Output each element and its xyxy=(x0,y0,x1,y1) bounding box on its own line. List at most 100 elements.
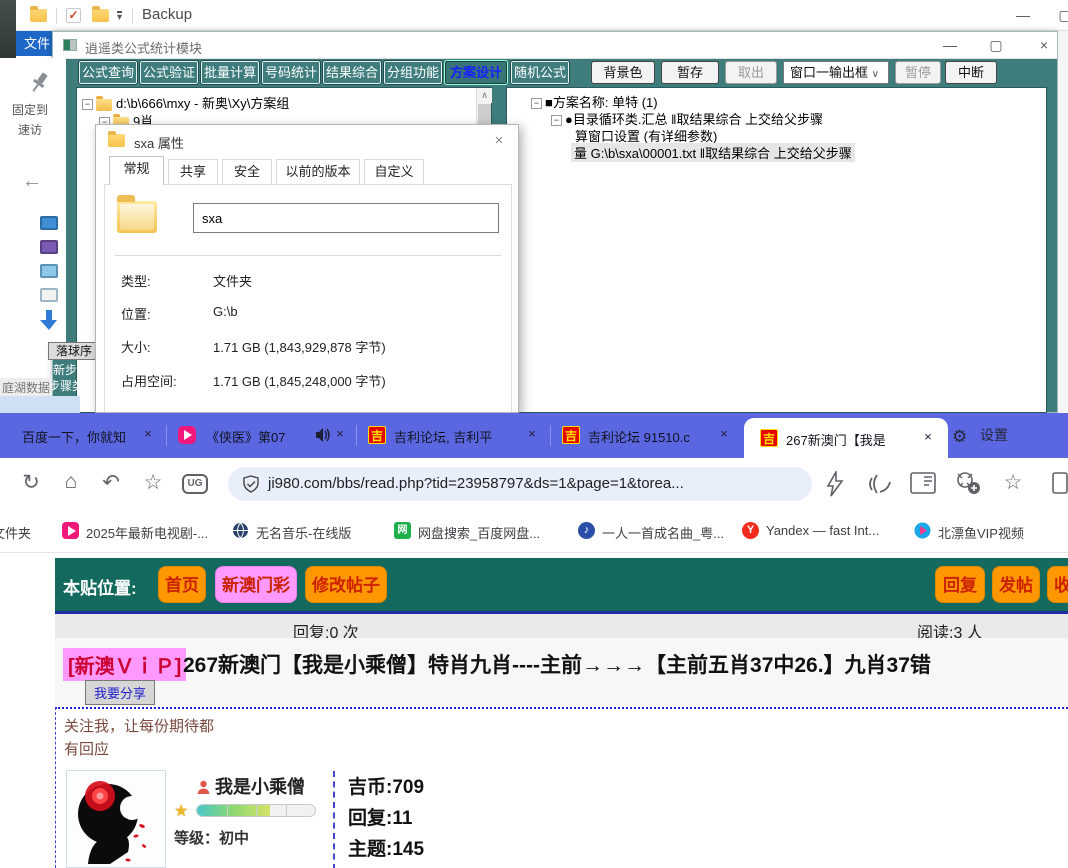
jili-forum-icon: 吉 xyxy=(562,426,580,444)
home-icon[interactable]: ⌂ xyxy=(58,470,84,494)
minimize-icon[interactable]: — xyxy=(941,37,959,53)
star-icon[interactable]: ☆ xyxy=(140,470,166,495)
person-icon xyxy=(196,780,211,795)
close-icon[interactable]: × xyxy=(488,131,510,151)
audio-playing-icon[interactable] xyxy=(316,428,331,442)
browser-tab-jili-2[interactable]: 吉 吉利论坛 91510.c × xyxy=(554,413,740,458)
favorite-button[interactable]: 收藏 xyxy=(1047,566,1068,603)
video-site-icon xyxy=(178,426,196,444)
browser-tab-baidu[interactable]: 百度一下，你就知 × xyxy=(6,413,162,458)
share-button[interactable]: 我要分享 xyxy=(85,680,155,705)
tab-label: 百度一下，你就知 xyxy=(22,427,126,446)
browser-window: 百度一下，你就知 × 《侠医》第07 × 吉 吉利论坛, 吉利平 × 吉 吉利论… xyxy=(0,413,1068,868)
browser-tab-active[interactable]: 吉 267新澳门【我是 × xyxy=(744,418,948,458)
tab-previous-versions[interactable]: 以前的版本 xyxy=(276,159,360,184)
size-on-disk-value: 1.71 GB (1,845,248,000 字节) xyxy=(213,371,386,390)
output-window-select[interactable]: 窗口一输出框 ∨ xyxy=(783,61,889,84)
tree-collapse-icon[interactable]: − xyxy=(531,98,542,109)
new-step-label[interactable]: 新步骤 xyxy=(53,361,89,378)
tab-plan-design[interactable]: 方案设计 xyxy=(445,61,507,84)
post-body-section: 关注我，让每份期待都 有回应 我是小乘僧 xyxy=(55,707,1068,868)
folder-icon xyxy=(96,99,112,111)
tree-row-root[interactable]: −d:\b\666\mxy - 新奥\Xy\方案组 xyxy=(82,93,289,112)
nav-board-button[interactable]: 新澳门彩 xyxy=(215,566,297,603)
extension-add-icon[interactable] xyxy=(954,470,982,496)
side-panel-icon[interactable] xyxy=(1052,472,1068,494)
pin-icon[interactable] xyxy=(28,70,50,96)
browser-toolbar: ↻ ⌂ ↶ ☆ UG ji980.com/bbs/read.php?tid=23… xyxy=(0,458,1068,510)
plan-window-label: 算窗口设置 (有详细参数) xyxy=(575,129,717,144)
music-note-icon: ♪ xyxy=(578,522,595,539)
edit-post-button[interactable]: 修改帖子 xyxy=(305,566,387,603)
user-level: 等级：初中 xyxy=(174,827,249,848)
bookmark-add-icon[interactable]: ☆ xyxy=(1000,470,1026,495)
minimize-icon[interactable]: — xyxy=(1014,7,1032,23)
plan-tree-row-4-selected[interactable]: 量 G:\b\sxa\00001.txt ‖取结果综合 上交给父步骤 xyxy=(571,143,855,162)
maximize-icon[interactable]: ▢ xyxy=(987,37,1005,54)
tab-batch-calc[interactable]: 批量计算 xyxy=(201,61,259,84)
tab-group-function[interactable]: 分组功能 xyxy=(384,61,442,84)
undo-icon[interactable]: ↶ xyxy=(98,470,124,495)
interrupt-button[interactable]: 中断 xyxy=(945,61,997,84)
settings-label: 设置 xyxy=(980,427,1008,443)
tab-general[interactable]: 常规 xyxy=(109,156,164,185)
tab-close-icon[interactable]: × xyxy=(920,429,936,444)
tab-close-icon[interactable]: × xyxy=(140,426,156,441)
tab-number-stats[interactable]: 号码统计 xyxy=(262,61,320,84)
tab-security[interactable]: 安全 xyxy=(222,159,272,184)
document-file-icon[interactable] xyxy=(40,288,58,302)
scroll-up-icon[interactable]: ∧ xyxy=(477,88,492,103)
tab-formula-verify[interactable]: 公式验证 xyxy=(140,61,198,84)
tab-close-icon[interactable]: × xyxy=(524,426,540,441)
username[interactable]: 我是小乘僧 xyxy=(196,773,305,799)
bookmark-songs[interactable]: 一人一首成名曲_粤... xyxy=(602,523,724,542)
tab-close-icon[interactable]: × xyxy=(716,426,732,441)
browser-tab-jili-1[interactable]: 吉 吉利论坛, 吉利平 × xyxy=(360,413,546,458)
monitor-icon[interactable] xyxy=(40,216,58,230)
tab-result-combine[interactable]: 结果综合 xyxy=(323,61,381,84)
close-icon[interactable]: × xyxy=(1035,37,1053,53)
shield-check-icon[interactable] xyxy=(242,475,260,493)
browser-tab-video[interactable]: 《侠医》第07 × xyxy=(170,413,352,458)
toolbar-caret-icon[interactable]: ▾ xyxy=(117,11,122,22)
level-star-icon: ★ xyxy=(174,801,188,821)
tab-customize[interactable]: 自定义 xyxy=(364,159,424,184)
bookmark-netdisk[interactable]: 网盘搜索_百度网盘... xyxy=(418,523,540,542)
lightning-icon[interactable] xyxy=(824,471,846,497)
new-post-button[interactable]: 发帖 xyxy=(992,566,1040,603)
bookmark-music[interactable]: 无名音乐-在线版 xyxy=(256,523,351,542)
tree-collapse-icon[interactable]: − xyxy=(82,99,93,110)
tab-formula-query[interactable]: 公式查询 xyxy=(79,61,137,84)
bookmark-folder[interactable]: 文件夹 xyxy=(0,523,31,542)
folder-name-input[interactable] xyxy=(193,203,499,233)
bookmark-yandex[interactable]: Yandex — fast Int... xyxy=(766,523,879,538)
reply-button[interactable]: 回复 xyxy=(935,566,985,603)
checkmark-icon[interactable]: ✓ xyxy=(66,8,81,23)
address-bar[interactable]: ji980.com/bbs/read.php?tid=23958797&ds=1… xyxy=(228,467,812,501)
window-title: Backup xyxy=(142,6,192,23)
gear-icon: ⚙ xyxy=(952,427,967,446)
bookmark-vip-video[interactable]: 北漂鱼VIP视频 xyxy=(938,523,1024,542)
ug-extension-icon[interactable]: UG xyxy=(182,474,208,494)
stash-button[interactable]: 暂存 xyxy=(661,61,719,84)
video-file-icon[interactable] xyxy=(40,240,58,254)
tab-sharing[interactable]: 共享 xyxy=(168,159,218,184)
maximize-icon[interactable]: ▢ xyxy=(1056,7,1068,24)
background-color-button[interactable]: 背景色 xyxy=(591,61,655,84)
read-aloud-icon[interactable] xyxy=(866,472,892,496)
step-type-label[interactable]: 步骤类 xyxy=(48,377,84,394)
tab-close-icon[interactable]: × xyxy=(332,426,348,441)
reload-icon[interactable]: ↻ xyxy=(18,470,44,495)
tab-separator xyxy=(166,425,167,446)
tree-collapse-icon[interactable]: − xyxy=(551,115,562,126)
back-arrow-icon[interactable]: ← xyxy=(22,170,42,193)
reading-mode-icon[interactable] xyxy=(910,472,936,494)
folder-icon[interactable] xyxy=(92,9,109,22)
picture-file-icon[interactable] xyxy=(40,264,58,278)
tab-random-formula[interactable]: 随机公式 xyxy=(511,61,569,84)
app-titlebar[interactable]: 逍遥类公式统计模块 — ▢ × xyxy=(53,32,1057,59)
bookmark-tv[interactable]: 2025年最新电视剧-... xyxy=(86,523,208,542)
drop-order-button[interactable]: 落球序 xyxy=(48,342,100,360)
settings-tab[interactable]: ⚙ 设置 xyxy=(952,425,1008,447)
nav-home-button[interactable]: 首页 xyxy=(158,566,206,603)
